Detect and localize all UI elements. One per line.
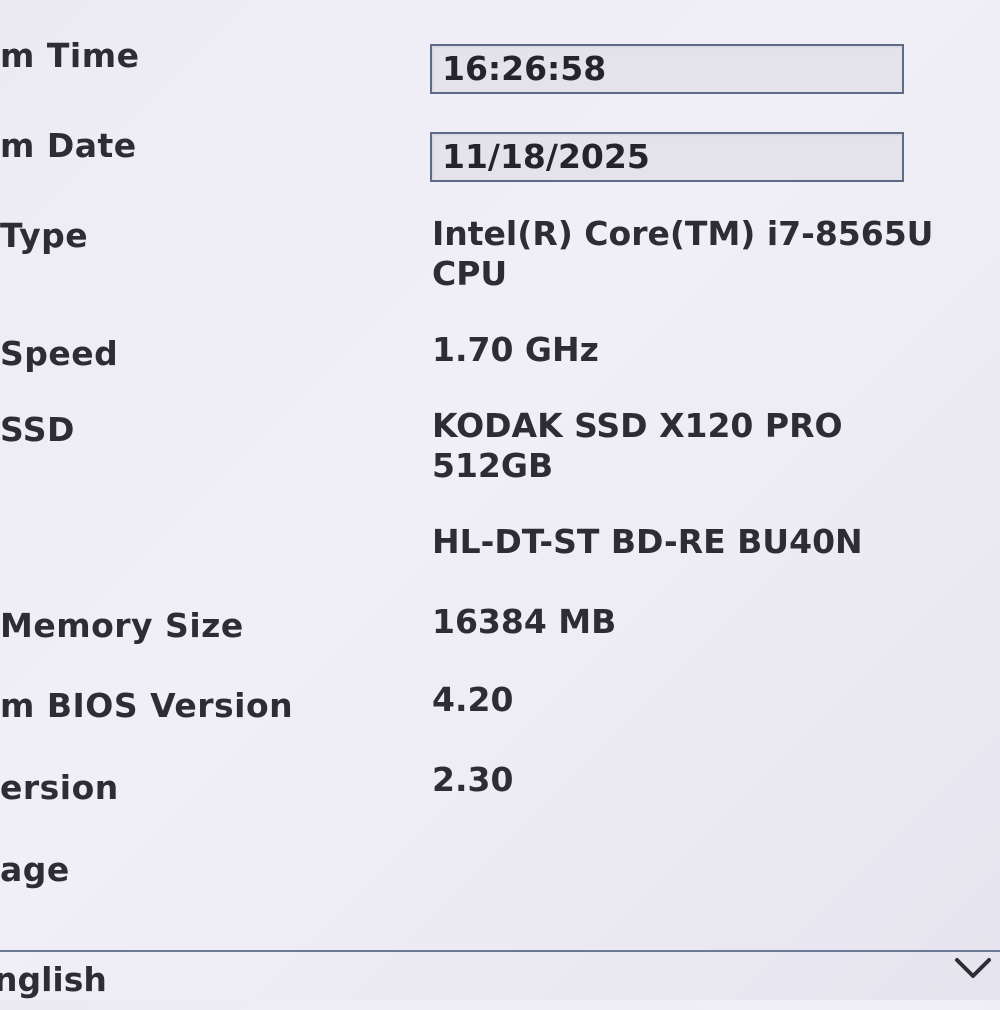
processor-speed-label: Speed <box>0 334 119 373</box>
system-time-value: 16:26:58 <box>442 49 607 88</box>
system-date-label: m Date <box>0 126 137 165</box>
memory-size-value: 16384 MB <box>432 602 617 641</box>
language-select[interactable]: nglish <box>0 950 1000 1010</box>
bios-version-value: 4.20 <box>432 680 514 719</box>
version-label: ersion <box>0 768 119 807</box>
system-date-value: 11/18/2025 <box>442 137 650 176</box>
processor-type-label: Type <box>0 216 89 255</box>
system-time-label: m Time <box>0 36 140 75</box>
language-label: age <box>0 850 70 889</box>
system-date-field[interactable]: 11/18/2025 <box>430 132 904 182</box>
memory-size-label: Memory Size <box>0 606 244 645</box>
bios-version-label: m BIOS Version <box>0 686 294 725</box>
processor-type-value: Intel(R) Core(TM) i7-8565U CPU <box>432 214 934 293</box>
processor-speed-value: 1.70 GHz <box>432 330 599 369</box>
optical-drive-value: HL-DT-ST BD-RE BU40N <box>432 522 863 561</box>
system-time-field[interactable]: 16:26:58 <box>430 44 904 94</box>
ssd-value: KODAK SSD X120 PRO 512GB <box>432 406 843 485</box>
language-select-value: nglish <box>0 960 107 999</box>
chevron-down-icon[interactable] <box>954 954 992 984</box>
ssd-label: SSD <box>0 410 75 449</box>
version-value: 2.30 <box>432 760 514 799</box>
